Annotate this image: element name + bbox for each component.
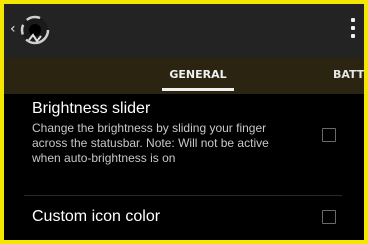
pref-brightness-slider[interactable]: Brightness slider Change the brightness …	[32, 99, 332, 166]
tab-battery[interactable]: BATTER	[333, 58, 364, 94]
app-logo-icon[interactable]	[20, 15, 50, 45]
action-bar: ‹	[4, 4, 364, 58]
pref-title: Brightness slider	[32, 100, 151, 117]
chevron-left-icon[interactable]: ‹	[10, 21, 16, 37]
brightness-slider-checkbox[interactable]	[322, 128, 336, 142]
screen-frame: ‹ GENERAL BATTER Brightness slider Chang…	[0, 0, 368, 244]
pref-custom-icon-color[interactable]: Custom icon color	[32, 207, 332, 227]
pref-title: Custom icon color	[32, 208, 161, 225]
tab-general[interactable]: GENERAL	[160, 58, 236, 94]
divider	[24, 195, 342, 196]
preferences-list: Brightness slider Change the brightness …	[4, 94, 364, 240]
custom-icon-color-checkbox[interactable]	[322, 210, 336, 224]
tab-bar: GENERAL BATTER	[4, 58, 364, 94]
pref-summary: Change the brightness by sliding your fi…	[32, 121, 269, 165]
more-vert-icon[interactable]	[350, 18, 356, 42]
